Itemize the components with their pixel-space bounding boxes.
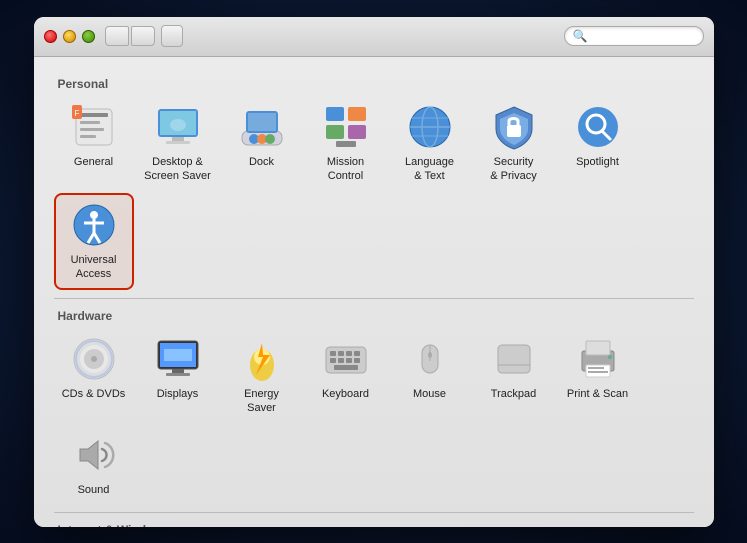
pref-item-universal[interactable]: Universal Access (54, 193, 134, 290)
icon-grid-0: F General Desktop & Screen Saver Dock Mi… (54, 97, 694, 290)
preferences-content: Personal F General Desktop & Screen Save… (34, 57, 714, 527)
pref-icon-sound (70, 431, 118, 479)
pref-item-sound[interactable]: Sound (54, 425, 134, 503)
pref-icon-cds (70, 335, 118, 383)
pref-label-keyboard: Keyboard (322, 387, 369, 401)
close-button[interactable] (44, 30, 57, 43)
nav-buttons (105, 26, 155, 46)
pref-icon-trackpad (490, 335, 538, 383)
pref-label-spotlight: Spotlight (576, 155, 619, 169)
pref-label-displays: Displays (157, 387, 199, 401)
pref-label-desktop: Desktop & Screen Saver (144, 155, 211, 184)
pref-icon-universal (70, 201, 118, 249)
pref-label-language: Language & Text (405, 155, 454, 184)
pref-label-general: General (74, 155, 113, 169)
svg-text:F: F (74, 109, 79, 118)
pref-item-language[interactable]: Language & Text (390, 97, 470, 190)
section-label-1: Hardware (58, 309, 694, 323)
pref-icon-general: F (70, 103, 118, 151)
pref-item-keyboard[interactable]: Keyboard (306, 329, 386, 422)
pref-item-general[interactable]: F General (54, 97, 134, 190)
pref-item-desktop[interactable]: Desktop & Screen Saver (138, 97, 218, 190)
pref-label-mission: Mission Control (327, 155, 364, 184)
pref-icon-mission (322, 103, 370, 151)
maximize-button[interactable] (82, 30, 95, 43)
pref-label-cds: CDs & DVDs (62, 387, 126, 401)
pref-icon-displays (154, 335, 202, 383)
pref-label-sound: Sound (78, 483, 110, 497)
section-internet---wireless: Internet & Wireless iCloud @ Mail, Conta… (54, 523, 694, 527)
divider-0 (54, 298, 694, 299)
pref-label-print: Print & Scan (567, 387, 628, 401)
pref-item-cds[interactable]: CDs & DVDs (54, 329, 134, 422)
section-personal: Personal F General Desktop & Screen Save… (54, 77, 694, 299)
search-icon: 🔍 (573, 29, 588, 43)
section-label-0: Personal (58, 77, 694, 91)
pref-item-displays[interactable]: Displays (138, 329, 218, 422)
traffic-lights (44, 30, 95, 43)
pref-icon-security (490, 103, 538, 151)
title-bar: 🔍 (34, 17, 714, 57)
divider-1 (54, 512, 694, 513)
icon-grid-1: CDs & DVDs Displays Energy Saver Keyboar… (54, 329, 694, 504)
pref-item-print[interactable]: Print & Scan (558, 329, 638, 422)
pref-label-mouse: Mouse (413, 387, 446, 401)
pref-icon-desktop (154, 103, 202, 151)
pref-item-dock[interactable]: Dock (222, 97, 302, 190)
minimize-button[interactable] (63, 30, 76, 43)
section-hardware: Hardware CDs & DVDs Displays Energy Save… (54, 309, 694, 513)
pref-icon-print (574, 335, 622, 383)
pref-icon-dock (238, 103, 286, 151)
pref-icon-mouse (406, 335, 454, 383)
show-all-button[interactable] (161, 25, 183, 47)
back-button[interactable] (105, 26, 129, 46)
pref-icon-language (406, 103, 454, 151)
pref-label-security: Security & Privacy (490, 155, 536, 184)
pref-label-trackpad: Trackpad (491, 387, 536, 401)
section-label-2: Internet & Wireless (58, 523, 694, 527)
system-preferences-window: 🔍 Personal F General Desktop & Screen Sa… (34, 17, 714, 527)
pref-label-universal: Universal Access (71, 253, 117, 282)
pref-icon-energy (238, 335, 286, 383)
pref-icon-spotlight (574, 103, 622, 151)
search-box[interactable]: 🔍 (564, 26, 704, 46)
pref-item-security[interactable]: Security & Privacy (474, 97, 554, 190)
pref-item-mouse[interactable]: Mouse (390, 329, 470, 422)
search-input[interactable] (591, 29, 694, 43)
pref-item-mission[interactable]: Mission Control (306, 97, 386, 190)
forward-button[interactable] (131, 26, 155, 46)
pref-label-energy: Energy Saver (244, 387, 279, 416)
pref-item-energy[interactable]: Energy Saver (222, 329, 302, 422)
pref-icon-keyboard (322, 335, 370, 383)
pref-item-trackpad[interactable]: Trackpad (474, 329, 554, 422)
pref-item-spotlight[interactable]: Spotlight (558, 97, 638, 190)
pref-label-dock: Dock (249, 155, 274, 169)
